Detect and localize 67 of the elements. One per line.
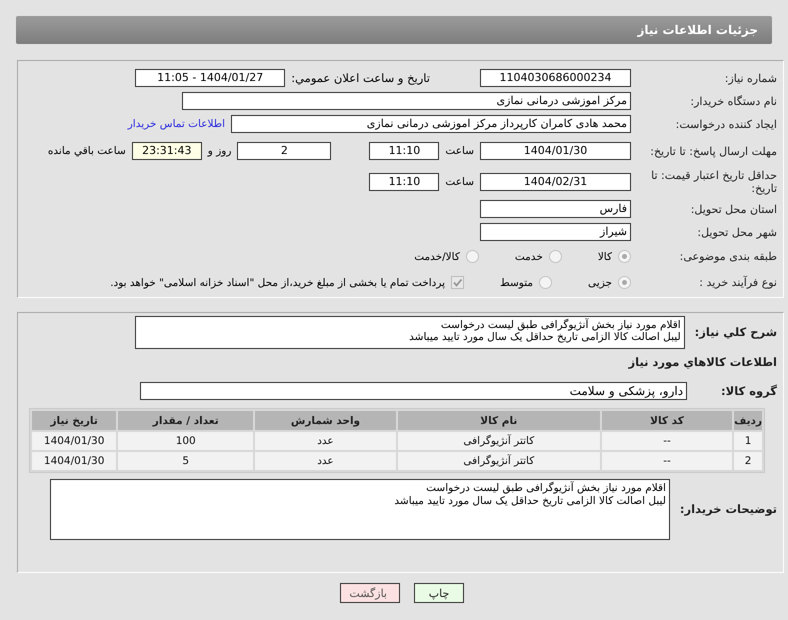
input-field[interactable]: فارس [480,200,631,218]
notes-field[interactable]: اقلام مورد نیاز بخش آنژیوگرافی طبق لیست درخواست لیبل اصالت کالا الزامی تاریخ حداقل یک سال مورد تایید میباشد [50,479,670,540]
table-cell: عدد [255,432,396,450]
section-title: اطلاعات کالاهاي مورد نیاز [628,355,777,370]
field-label: ساعت [445,176,474,188]
table-cell: 1404/01/30 [32,452,116,470]
input-field[interactable]: مرکز اموزشی درمانی نمازی [182,92,631,110]
field-label: روز و [208,145,232,157]
input-field[interactable]: 11:10 [369,173,440,191]
back-button[interactable]: بازگشت [340,583,400,603]
field-label: شرح کلي نیاز: [694,325,777,340]
radio-button[interactable] [618,250,631,263]
input-field[interactable]: 2 [237,142,332,160]
option-label: جزیی [588,276,612,288]
input-field[interactable]: 1404/01/27 - 11:05 [135,69,286,87]
radio-button[interactable] [539,276,552,289]
table-cell: 2 [734,452,762,470]
table-cell: 100 [118,432,254,450]
print-button[interactable]: چاپ [414,583,464,603]
table-cell: عدد [255,452,396,470]
table-cell: -- [602,432,732,450]
input-field[interactable]: شیراز [480,223,631,241]
field-label: تاریخ و ساعت اعلان عمومي: [291,71,430,85]
field-label: حداقل تاریخ اعتبار قیمت: تا تاریخ: [650,169,777,195]
input-field[interactable]: 1404/01/30 [480,142,631,160]
column-header: تاریخ نیاز [32,411,116,430]
option-label: متوسط [500,276,534,288]
field-label: ساعت باقي مانده [48,145,126,157]
column-header: تعداد / مقدار [118,411,254,430]
countdown-field[interactable]: 23:31:43 [132,142,202,160]
table-cell: 1 [734,432,762,450]
input-field[interactable]: محمد هادی کامران کارپرداز مرکز اموزشی درمانی نمازی [231,115,631,133]
input-field[interactable]: 1404/02/31 [480,173,631,191]
field-label: نام دستگاه خریدار: [689,94,777,108]
field-label: نوع فرآیند خرید : [698,276,777,289]
option-label: کالا/خدمت [414,250,460,262]
description-field[interactable]: اقلام مورد نیاز بخش آنژیوگرافی طبق لیست درخواست لیبل اصالت کالا الزامی تاریخ حداقل یک سال مورد تایید میباشد [134,316,685,349]
radio-button[interactable] [618,276,631,289]
column-header: کد کالا [602,411,732,430]
field-label: طبقه بندی موضوعی: [678,250,777,263]
checkbox[interactable] [451,276,464,289]
option-label: خدمت [514,250,543,262]
input-field[interactable]: دارو، پزشکی و سلامت [140,382,688,400]
field-label: استان محل تحویل: [690,202,777,216]
column-header: نام کالا [398,411,600,430]
column-header: ردیف [734,411,762,430]
field-label: گروه کالا: [721,384,777,398]
field-label: ایجاد کننده درخواست: [674,118,777,130]
input-field[interactable]: 11:10 [369,142,440,160]
field-label: شماره نیاز: [724,72,777,84]
field-label: مهلت ارسال پاسخ: تا تاریخ: [649,144,777,158]
table-cell: 1404/01/30 [32,432,116,450]
table-cell: کاتتر آنژیوگرافی [398,432,600,450]
field-label: شهر محل تحویل: [696,226,777,238]
table-cell: 5 [118,452,254,470]
table-cell: -- [602,452,732,470]
page-title: جزئیات اطلاعات نیاز [16,16,772,44]
option-label: کالا [598,250,612,262]
input-field[interactable]: 1104030686000234 [480,69,631,87]
checkbox-label: پرداخت تمام یا بخشی از مبلغ خرید،از محل "اسناد خزانه اسلامی" خواهد بود. [110,276,446,288]
column-header: واحد شمارش [255,411,396,430]
field-label: توضیحات خریدار: [680,502,777,517]
field-label: ساعت [445,145,474,157]
contact-link[interactable]: اطلاعات تماس خریدار [128,118,225,130]
table-cell: کاتتر آنژیوگرافی [398,452,600,470]
radio-button[interactable] [466,250,479,263]
radio-button[interactable] [548,250,562,263]
